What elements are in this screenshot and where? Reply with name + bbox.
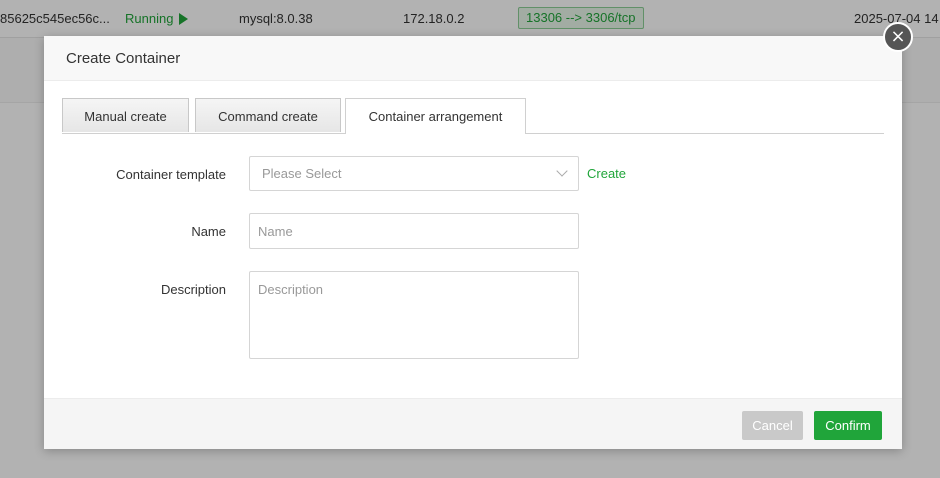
name-label: Name	[191, 224, 226, 239]
container-template-select[interactable]: Please Select	[249, 156, 579, 191]
tab-manual-create[interactable]: Manual create	[62, 98, 189, 132]
container-template-label: Container template	[116, 167, 226, 182]
create-container-dialog: Create Container Manual create Command c…	[44, 36, 902, 449]
tab-command-create[interactable]: Command create	[195, 98, 341, 132]
chevron-down-icon	[556, 165, 568, 177]
description-textarea[interactable]	[249, 271, 579, 359]
dialog-footer: Cancel Confirm	[44, 398, 902, 449]
dialog-title: Create Container	[44, 36, 902, 81]
confirm-button[interactable]: Confirm	[814, 411, 882, 440]
name-input[interactable]	[249, 213, 579, 249]
create-template-link[interactable]: Create	[587, 166, 626, 181]
cancel-button[interactable]: Cancel	[742, 411, 803, 440]
tab-container-arrangement[interactable]: Container arrangement	[345, 98, 526, 134]
tab-bar: Manual create Command create Container a…	[62, 98, 884, 134]
close-icon[interactable]: ×	[883, 22, 913, 52]
select-placeholder: Please Select	[262, 166, 342, 181]
description-label: Description	[160, 282, 226, 297]
